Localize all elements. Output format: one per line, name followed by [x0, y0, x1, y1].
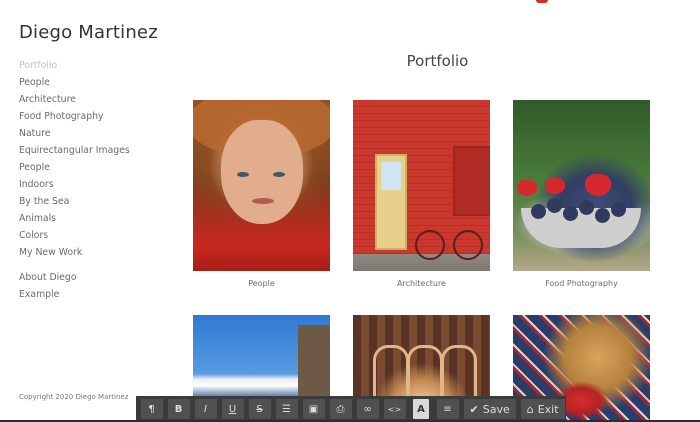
- code-icon[interactable]: <>: [383, 399, 406, 419]
- nav-item-indoors[interactable]: Indoors: [19, 176, 130, 193]
- door-window: [381, 162, 401, 190]
- page-title: Portfolio: [406, 52, 469, 70]
- embed-icon[interactable]: ⎙: [329, 399, 352, 419]
- nav-item-example[interactable]: Example: [19, 286, 77, 303]
- strawberry-shape: [517, 180, 537, 196]
- link-icon[interactable]: ∞: [356, 399, 379, 419]
- nav-item-people[interactable]: People: [19, 74, 130, 91]
- gallery-caption[interactable]: Food Photography: [513, 279, 650, 288]
- image-icon[interactable]: ▣: [302, 399, 325, 419]
- nav-item-architecture[interactable]: Architecture: [19, 91, 130, 108]
- gallery-caption[interactable]: Architecture: [353, 279, 490, 288]
- sidebar-secondary-nav: About Diego Example: [19, 269, 77, 303]
- gallery-image-people[interactable]: [193, 100, 330, 271]
- eye-shape: [237, 172, 249, 177]
- paragraph-icon[interactable]: ¶: [140, 399, 163, 419]
- nav-item-people-2[interactable]: People: [19, 159, 130, 176]
- berry-shape: [611, 202, 626, 217]
- strawberry-shape: [545, 178, 565, 194]
- align-icon[interactable]: ≡: [436, 399, 459, 419]
- eye-shape: [273, 172, 285, 177]
- building-shape: [298, 325, 330, 405]
- exit-label: Exit: [537, 402, 559, 416]
- check-icon: ✔: [469, 402, 479, 416]
- font-icon[interactable]: A: [413, 399, 429, 419]
- berry-shape: [579, 200, 594, 215]
- nav-item-my-new-work[interactable]: My New Work: [19, 244, 130, 261]
- berry-shape: [531, 204, 546, 219]
- save-button[interactable]: ✔ Save: [463, 399, 516, 419]
- nav-item-portfolio[interactable]: Portfolio: [19, 57, 130, 74]
- nav-item-equirectangular-images[interactable]: Equirectangular Images: [19, 142, 130, 159]
- bicycle-wheel: [453, 230, 483, 260]
- nav-item-colors[interactable]: Colors: [19, 227, 130, 244]
- save-label: Save: [482, 402, 510, 416]
- home-icon: ⌂: [526, 402, 534, 416]
- nav-item-food-photography[interactable]: Food Photography: [19, 108, 130, 125]
- berry-shape: [547, 198, 562, 213]
- nav-item-about-diego[interactable]: About Diego: [19, 269, 77, 286]
- editor-toolbar: ¶ B I U S ☰ ▣ ⎙ ∞ <> A ≡ ✔ Save ⌂ Exit: [136, 396, 566, 422]
- brand-accent-mark: [536, 0, 548, 3]
- exit-button[interactable]: ⌂ Exit: [520, 399, 565, 419]
- nav-item-by-the-sea[interactable]: By the Sea: [19, 193, 130, 210]
- list-icon[interactable]: ☰: [275, 399, 298, 419]
- underline-icon[interactable]: U: [221, 399, 244, 419]
- window-shape: [453, 146, 490, 216]
- nav-item-nature[interactable]: Nature: [19, 125, 130, 142]
- copyright-text: Copyright 2020 Diego Martinez: [19, 393, 129, 401]
- nav-item-animals[interactable]: Animals: [19, 210, 130, 227]
- berry-shape: [563, 206, 578, 221]
- sidebar-nav: Portfolio People Architecture Food Photo…: [19, 57, 130, 261]
- gallery-image-architecture[interactable]: [353, 100, 490, 271]
- bold-icon[interactable]: B: [167, 399, 190, 419]
- strawberry-shape: [585, 174, 611, 196]
- gallery-caption[interactable]: People: [193, 279, 330, 288]
- italic-icon[interactable]: I: [194, 399, 217, 419]
- berry-shape: [595, 208, 610, 223]
- lips-shape: [252, 198, 274, 204]
- door-shape: [375, 154, 407, 250]
- strikethrough-icon[interactable]: S: [248, 399, 271, 419]
- gallery-image-food-photography[interactable]: [513, 100, 650, 271]
- face-shape: [221, 120, 303, 224]
- bicycle-wheel: [415, 230, 445, 260]
- site-title[interactable]: Diego Martinez: [19, 22, 158, 43]
